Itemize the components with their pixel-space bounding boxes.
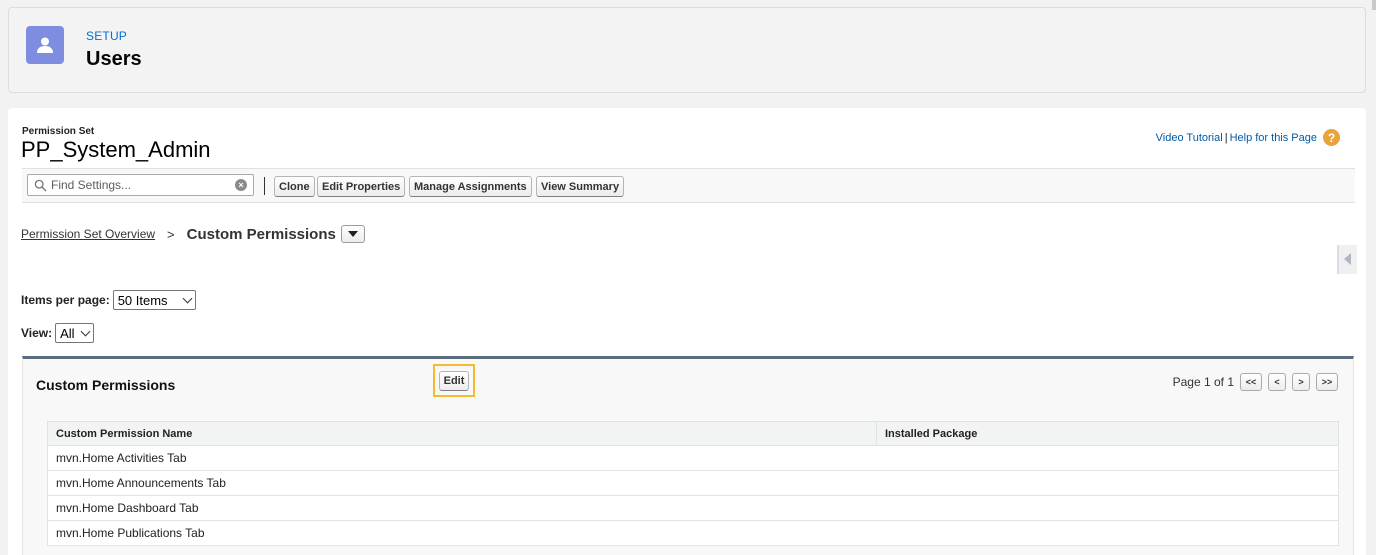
breadcrumb: Permission Set Overview > Custom Permiss… <box>21 225 365 243</box>
edit-button-highlight: Edit <box>433 364 475 397</box>
setup-eyebrow[interactable]: SETUP <box>86 29 127 43</box>
table-header-row: Custom Permission Name Installed Package <box>47 421 1339 446</box>
side-panel-toggle[interactable] <box>1337 245 1357 274</box>
permission-set-label: Permission Set <box>22 126 95 137</box>
user-icon <box>26 26 64 64</box>
pager: Page 1 of 1 << < > >> <box>1173 373 1338 391</box>
manage-assignments-button[interactable]: Manage Assignments <box>409 176 532 197</box>
table-row: mvn.Home Activities Tab <box>47 445 1339 471</box>
installed-package-cell <box>876 495 1339 521</box>
items-per-page-select[interactable]: 50 Items <box>112 290 196 310</box>
page-title: Users <box>86 48 142 70</box>
toolbar-divider <box>264 177 265 195</box>
page-indicator: Page 1 of 1 <box>1172 375 1234 389</box>
view-select[interactable]: All <box>55 323 95 343</box>
next-page-button[interactable]: > <box>1292 373 1310 391</box>
view-filter: View: All <box>21 323 95 343</box>
table-row: mvn.Home Dashboard Tab <box>47 495 1339 521</box>
chevron-left-icon <box>1344 253 1351 265</box>
toolbar: × Clone Edit Properties Manage Assignmen… <box>22 168 1355 203</box>
last-page-button[interactable]: >> <box>1316 373 1338 391</box>
column-header-package[interactable]: Installed Package <box>876 421 1339 446</box>
installed-package-cell <box>876 470 1339 496</box>
scrollbar-thumb[interactable] <box>1372 0 1376 10</box>
setup-header: SETUP Users <box>8 7 1366 93</box>
permission-name-cell: mvn.Home Activities Tab <box>47 445 877 471</box>
find-settings-input[interactable] <box>47 178 231 192</box>
custom-permissions-section: Custom Permissions Edit Page 1 of 1 << <… <box>22 356 1354 555</box>
chevron-down-icon <box>80 326 91 337</box>
view-value: All <box>60 325 75 341</box>
permission-name-cell: mvn.Home Publications Tab <box>47 520 877 546</box>
find-settings-box[interactable]: × <box>27 174 254 196</box>
section-title: Custom Permissions <box>36 377 176 393</box>
column-header-name[interactable]: Custom Permission Name <box>47 421 877 446</box>
main-panel: Permission Set PP_System_Admin Video Tut… <box>8 108 1366 555</box>
table-row: mvn.Home Publications Tab <box>47 520 1339 546</box>
view-label: View: <box>21 326 53 340</box>
help-icon[interactable]: ? <box>1323 129 1340 146</box>
help-page-link[interactable]: Help for this Page <box>1230 132 1317 144</box>
installed-package-cell <box>876 445 1339 471</box>
breadcrumb-separator: > <box>167 226 175 242</box>
items-per-page: Items per page: 50 Items <box>21 290 196 310</box>
permission-set-name: PP_System_Admin <box>21 137 211 162</box>
permission-name-cell: mvn.Home Announcements Tab <box>47 470 877 496</box>
search-icon <box>34 179 47 191</box>
items-per-page-value: 50 Items <box>117 292 168 308</box>
breadcrumb-current: Custom Permissions <box>186 225 336 243</box>
items-per-page-label: Items per page: <box>21 293 110 307</box>
breadcrumb-overview-link[interactable]: Permission Set Overview <box>21 227 155 241</box>
help-links: Video Tutorial | Help for this Page ? <box>1156 129 1340 146</box>
edit-properties-button[interactable]: Edit Properties <box>317 176 406 197</box>
caret-down-icon <box>347 231 358 237</box>
clone-button[interactable]: Clone <box>274 176 315 197</box>
section-dropdown-button[interactable] <box>340 225 365 243</box>
installed-package-cell <box>876 520 1339 546</box>
custom-permissions-table: Custom Permission Name Installed Package… <box>47 421 1339 546</box>
chevron-down-icon <box>182 293 193 304</box>
view-summary-button[interactable]: View Summary <box>536 176 625 197</box>
help-separator: | <box>1224 131 1228 144</box>
clear-search-icon[interactable]: × <box>235 179 247 191</box>
previous-page-button[interactable]: < <box>1268 373 1286 391</box>
edit-button[interactable]: Edit <box>438 370 470 391</box>
permission-name-cell: mvn.Home Dashboard Tab <box>47 495 877 521</box>
first-page-button[interactable]: << <box>1240 373 1262 391</box>
video-tutorial-link[interactable]: Video Tutorial <box>1156 132 1223 144</box>
table-row: mvn.Home Announcements Tab <box>47 470 1339 496</box>
